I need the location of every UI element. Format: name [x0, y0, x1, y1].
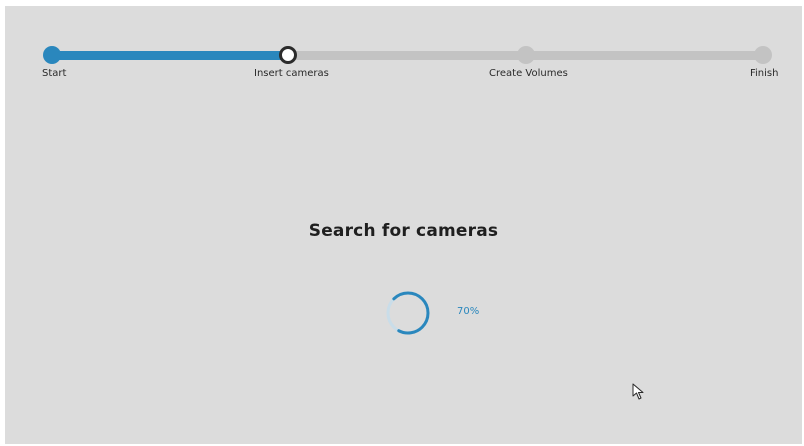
step-finish-label: Finish — [750, 68, 779, 79]
step-finish-marker[interactable] — [754, 46, 772, 64]
step-create-volumes-marker[interactable] — [517, 46, 535, 64]
wizard-stepper: Start Insert cameras Create Volumes Fini… — [5, 6, 802, 96]
page-title: Search for cameras — [308, 221, 499, 241]
step-start-marker[interactable] — [43, 46, 61, 64]
step-create-volumes-label: Create Volumes — [489, 68, 568, 79]
step-insert-cameras-label: Insert cameras — [254, 68, 329, 79]
mouse-pointer-icon — [632, 383, 644, 400]
progress-percent: 70% — [457, 306, 480, 317]
loading-spinner-icon — [386, 291, 430, 335]
setup-wizard-panel: Start Insert cameras Create Volumes Fini… — [5, 6, 802, 444]
stepper-progress-fill — [51, 51, 287, 60]
step-insert-cameras-marker[interactable] — [279, 46, 297, 64]
step-start-label: Start — [42, 68, 67, 79]
